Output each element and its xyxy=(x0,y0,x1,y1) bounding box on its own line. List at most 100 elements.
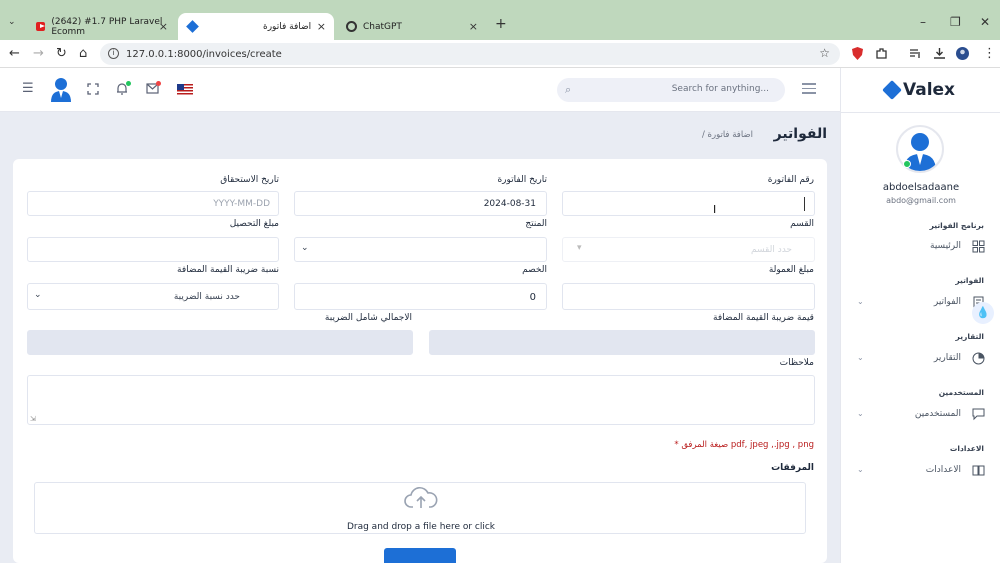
water-drop-icon[interactable]: 💧 xyxy=(972,302,994,324)
due-date-input[interactable]: YYYY-MM-DD xyxy=(27,191,279,216)
chevron-down-icon: ⌄ xyxy=(34,290,42,300)
section-select[interactable]: ▾ حدد القسم xyxy=(562,237,815,262)
youtube-icon xyxy=(36,22,46,31)
tab-title: اضافة فاتورة xyxy=(263,21,312,32)
user-email: abdo@gmail.com xyxy=(886,196,956,205)
search-icon[interactable]: ⌕ xyxy=(565,83,571,97)
close-icon[interactable]: × xyxy=(159,20,168,33)
site-info-icon[interactable]: i xyxy=(108,48,119,59)
browser-menu-icon[interactable]: ⋮ xyxy=(983,46,996,61)
product-label: المنتج xyxy=(525,219,547,229)
submit-button[interactable] xyxy=(384,548,456,563)
extensions-puzzle-icon[interactable] xyxy=(875,47,888,60)
vat-value-input xyxy=(429,330,815,355)
commission-amount-label: مبلغ العمولة xyxy=(768,265,814,275)
url-text: 127.0.0.1:8000/invoices/create xyxy=(126,48,282,60)
bookmark-star-icon[interactable]: ☆ xyxy=(819,46,830,60)
shield-extension-icon[interactable] xyxy=(851,47,864,60)
grid-icon xyxy=(972,240,985,253)
attachments-label: المرفقات xyxy=(771,463,814,473)
valex-icon xyxy=(186,20,199,33)
breadcrumb: / اضافة فاتورة xyxy=(701,130,753,140)
due-date-placeholder: YYYY-MM-DD xyxy=(213,199,270,209)
due-date-label: تاريخ الاستحقاق xyxy=(220,175,279,185)
window-close-icon[interactable]: ✕ xyxy=(980,15,990,29)
invoice-date-label: تاريخ الفاتورة xyxy=(497,175,547,185)
browser-toolbar: ← → ↻ ⌂ i 127.0.0.1:8000/invoices/create… xyxy=(0,40,1000,68)
media-control-icon[interactable] xyxy=(909,47,922,60)
vat-rate-select[interactable]: ⌄ حدد نسبة الضريبة xyxy=(27,283,279,310)
browser-tabbar: ⌄ (2642) #1.7 PHP Laravel Ecomm × اضافة … xyxy=(0,0,1000,40)
chevron-down-icon: ⌄ xyxy=(857,353,864,362)
search-input[interactable]: Search for anything... xyxy=(672,84,769,94)
sidebar-category: برنامج الفواتير xyxy=(929,221,984,230)
mail-dot xyxy=(156,81,161,86)
dropzone-text: Drag and drop a file here or click xyxy=(346,522,496,532)
avatar[interactable] xyxy=(48,76,74,102)
invoice-date-input[interactable]: 2024-08-31 xyxy=(294,191,547,216)
close-icon[interactable]: × xyxy=(317,20,326,33)
chat-icon xyxy=(972,408,985,421)
tab-title: ChatGPT xyxy=(363,21,402,32)
browser-tab-chatgpt[interactable]: ChatGPT × xyxy=(336,13,486,40)
notes-label: ملاحظات xyxy=(779,358,814,368)
browser-tab-youtube[interactable]: (2642) #1.7 PHP Laravel Ecomm × xyxy=(26,13,176,40)
pie-chart-icon xyxy=(972,352,985,365)
home-icon[interactable]: ⌂ xyxy=(79,46,87,61)
sidebar-item-home[interactable]: الرئيسية xyxy=(841,237,1000,257)
chatgpt-icon xyxy=(346,21,357,32)
online-status-dot xyxy=(903,160,911,168)
vat-value-label: قيمة ضريبة القيمة المضافة xyxy=(713,313,814,323)
address-bar[interactable]: i 127.0.0.1:8000/invoices/create ☆ xyxy=(100,43,840,65)
back-icon[interactable]: ← xyxy=(9,46,20,61)
reload-icon[interactable]: ↻ xyxy=(56,46,67,61)
text-cursor xyxy=(804,197,805,211)
brand-logo[interactable]: Valex xyxy=(882,80,955,100)
discount-input[interactable]: 0 xyxy=(294,283,547,310)
collection-amount-label: مبلغ التحصيل xyxy=(229,219,279,229)
sidebar-item-settings[interactable]: ⌄ الاعدادات xyxy=(841,461,1000,481)
maximize-icon[interactable]: ❐ xyxy=(950,15,961,29)
sidebar-item-users[interactable]: ⌄ المستخدمين xyxy=(841,405,1000,425)
vat-rate-label: نسبة ضريبة القيمة المضافة xyxy=(177,265,279,275)
sidebar-toggle-icon[interactable] xyxy=(802,83,816,97)
close-icon[interactable]: × xyxy=(469,20,478,33)
sidebar-item-label: الرئيسية xyxy=(930,241,961,251)
product-select[interactable]: ⌄ xyxy=(294,237,547,262)
notes-textarea[interactable]: ⇲ xyxy=(27,375,815,425)
download-icon[interactable] xyxy=(933,47,946,60)
commission-amount-input[interactable] xyxy=(562,283,815,310)
section-label: القسم xyxy=(790,219,814,229)
total-with-tax-label: الاجمالي شامل الضريبة xyxy=(324,313,412,323)
discount-label: الخصم xyxy=(522,265,547,275)
profile-icon[interactable] xyxy=(956,47,969,60)
sidebar-item-reports[interactable]: ⌄ التقارير xyxy=(841,349,1000,369)
invoice-date-value: 2024-08-31 xyxy=(483,199,536,209)
sidebar-item-label: الفواتير xyxy=(933,297,961,307)
sidebar-item-label: المستخدمين xyxy=(914,409,961,419)
us-flag-icon[interactable] xyxy=(177,84,193,95)
resize-handle-icon[interactable]: ⇲ xyxy=(30,415,36,423)
app-header: ☰ ⌕ Search for anything... xyxy=(0,68,840,112)
new-tab-button[interactable]: + xyxy=(495,16,507,32)
tab-search-icon[interactable]: ⌄ xyxy=(8,17,16,27)
fullscreen-icon[interactable] xyxy=(87,83,99,95)
book-icon xyxy=(972,465,985,476)
sidebar-item-label: التقارير xyxy=(933,353,961,363)
chevron-down-icon: ▾ xyxy=(577,243,582,253)
collection-amount-input[interactable] xyxy=(27,237,279,262)
vat-rate-placeholder: حدد نسبة الضريبة xyxy=(173,292,240,302)
invoice-number-input[interactable] xyxy=(562,191,815,216)
notification-dot xyxy=(126,81,131,86)
minimize-icon[interactable]: – xyxy=(920,15,926,29)
forward-icon[interactable]: → xyxy=(33,46,44,61)
cloud-upload-icon xyxy=(404,487,438,508)
sidebar-item-label: الاعدادات xyxy=(925,465,961,475)
section-placeholder: حدد القسم xyxy=(751,245,792,255)
browser-tab-invoice[interactable]: اضافة فاتورة × xyxy=(178,13,334,40)
search-box[interactable]: ⌕ Search for anything... xyxy=(557,78,785,102)
menu-icon[interactable]: ☰ xyxy=(22,81,34,96)
sidebar-category: المستخدمين xyxy=(938,388,984,397)
file-dropzone[interactable]: Drag and drop a file here or click xyxy=(34,482,806,534)
chevron-down-icon: ⌄ xyxy=(857,465,864,474)
